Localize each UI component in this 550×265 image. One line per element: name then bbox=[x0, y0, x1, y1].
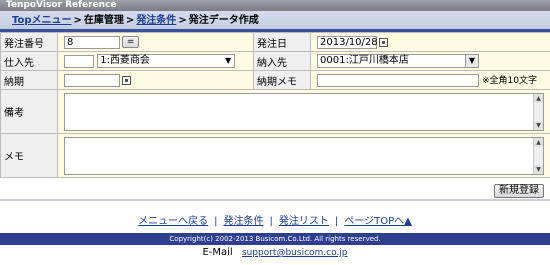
contact-row: E-Mail support@busicom.co.jp bbox=[0, 247, 550, 258]
supplier-cell: 1:西菱商会 ▼ bbox=[57, 51, 254, 71]
remarks-textarea[interactable]: ▲ ▼ bbox=[64, 92, 544, 131]
action-row: 新規登録 bbox=[0, 183, 550, 199]
breadcrumb-current-page: 発注データ作成 bbox=[188, 15, 259, 26]
supplier-code-input[interactable] bbox=[64, 54, 94, 68]
copyright-bar: Copyright(c) 2002-2013 Busicom.Co.Ltd. A… bbox=[0, 233, 550, 245]
order-terms-link[interactable]: 発注条件 bbox=[224, 216, 264, 227]
supplier-selected-value: 1:西菱商会 bbox=[100, 55, 150, 66]
order-no-equal-button[interactable]: = bbox=[122, 36, 139, 48]
form-row-3: 納期 納期メモ ※全角10文字 bbox=[0, 70, 550, 90]
delivery-date-input[interactable] bbox=[64, 73, 120, 87]
order-no-cell: 8 = bbox=[57, 32, 254, 52]
delivery-date-cell bbox=[57, 70, 254, 90]
order-no-input[interactable]: 8 bbox=[64, 35, 120, 49]
memo-scrollbar[interactable]: ▲ ▼ bbox=[533, 137, 543, 174]
email-link[interactable]: support@busicom.co.jp bbox=[242, 248, 348, 258]
breadcrumb-top-menu-link[interactable]: Topメニュー bbox=[12, 15, 72, 26]
breadcrumb-order-terms-link[interactable]: 発注条件 bbox=[136, 15, 176, 26]
memo-textarea[interactable]: ▲ ▼ bbox=[64, 136, 544, 175]
scroll-down-icon[interactable]: ▼ bbox=[534, 120, 543, 130]
breadcrumb-separator: > bbox=[178, 15, 187, 26]
link-separator: | bbox=[334, 216, 339, 227]
memo-label: メモ bbox=[0, 133, 58, 178]
delivery-date-calendar-icon[interactable] bbox=[122, 75, 131, 85]
form-row-remarks: 備考 ▲ ▼ bbox=[0, 89, 550, 134]
delivery-to-cell: 0001:江戸川橋本店 ▼ bbox=[310, 51, 550, 71]
supplier-label: 仕入先 bbox=[0, 51, 58, 71]
scroll-up-icon[interactable]: ▲ bbox=[534, 93, 543, 103]
delivery-to-label: 納入先 bbox=[253, 51, 311, 71]
delivery-date-label: 納期 bbox=[0, 70, 58, 90]
form-row-memo: メモ ▲ ▼ bbox=[0, 133, 550, 178]
form-row-1: 発注番号 8 = 発注日 2013/10/28 bbox=[0, 32, 550, 52]
supplier-select[interactable]: 1:西菱商会 ▼ bbox=[97, 54, 236, 68]
memo-cell: ▲ ▼ bbox=[57, 133, 550, 178]
register-button[interactable]: 新規登録 bbox=[494, 184, 544, 198]
delivery-memo-note: ※全角10文字 bbox=[482, 76, 537, 87]
scroll-up-icon[interactable]: ▲ bbox=[534, 137, 543, 147]
email-label: E-Mail bbox=[202, 247, 233, 258]
delivery-to-select[interactable]: 0001:江戸川橋本店 ▼ bbox=[317, 54, 479, 68]
order-date-cell: 2013/10/28 bbox=[310, 32, 550, 52]
breadcrumb-inventory: 在庫管理 bbox=[83, 15, 124, 26]
delivery-memo-label: 納期メモ bbox=[253, 70, 311, 90]
chevron-down-icon: ▼ bbox=[225, 56, 232, 65]
breadcrumb-separator: > bbox=[73, 15, 82, 26]
form-row-2: 仕入先 1:西菱商会 ▼ 納入先 0001:江戸川橋本店 ▼ bbox=[0, 51, 550, 71]
order-no-label: 発注番号 bbox=[0, 32, 58, 52]
delivery-memo-input[interactable] bbox=[317, 73, 479, 87]
order-date-label: 発注日 bbox=[253, 32, 311, 52]
back-to-menu-link[interactable]: メニューへ戻る bbox=[138, 216, 208, 227]
chevron-down-icon: ▼ bbox=[465, 55, 478, 67]
order-date-input[interactable]: 2013/10/28 bbox=[317, 35, 378, 49]
remarks-label: 備考 bbox=[0, 89, 58, 134]
footer-nav: メニューへ戻る | 発注条件 | 発注リスト | ページTOPへ▲ bbox=[0, 212, 550, 227]
remarks-cell: ▲ ▼ bbox=[57, 89, 550, 134]
page-top-link[interactable]: ページTOPへ▲ bbox=[344, 216, 412, 227]
breadcrumb: Topメニュー > 在庫管理 > 発注条件 > 発注データ作成 bbox=[0, 11, 550, 31]
order-form-table: 発注番号 8 = 発注日 2013/10/28 仕入先 1:西菱商会 ▼ 納入先 0… bbox=[0, 32, 550, 178]
delivery-memo-cell: ※全角10文字 bbox=[310, 70, 550, 90]
app-title: TenpoVisor Reference bbox=[0, 0, 550, 11]
content-divider bbox=[0, 199, 550, 201]
link-separator: | bbox=[214, 216, 218, 227]
link-separator: | bbox=[269, 216, 273, 227]
delivery-to-selected-value: 0001:江戸川橋本店 bbox=[320, 55, 409, 66]
order-list-link[interactable]: 発注リスト bbox=[279, 216, 329, 227]
order-date-calendar-icon[interactable] bbox=[379, 37, 388, 47]
scroll-down-icon[interactable]: ▼ bbox=[534, 164, 543, 174]
remarks-scrollbar[interactable]: ▲ ▼ bbox=[533, 93, 543, 130]
breadcrumb-separator: > bbox=[125, 15, 135, 26]
